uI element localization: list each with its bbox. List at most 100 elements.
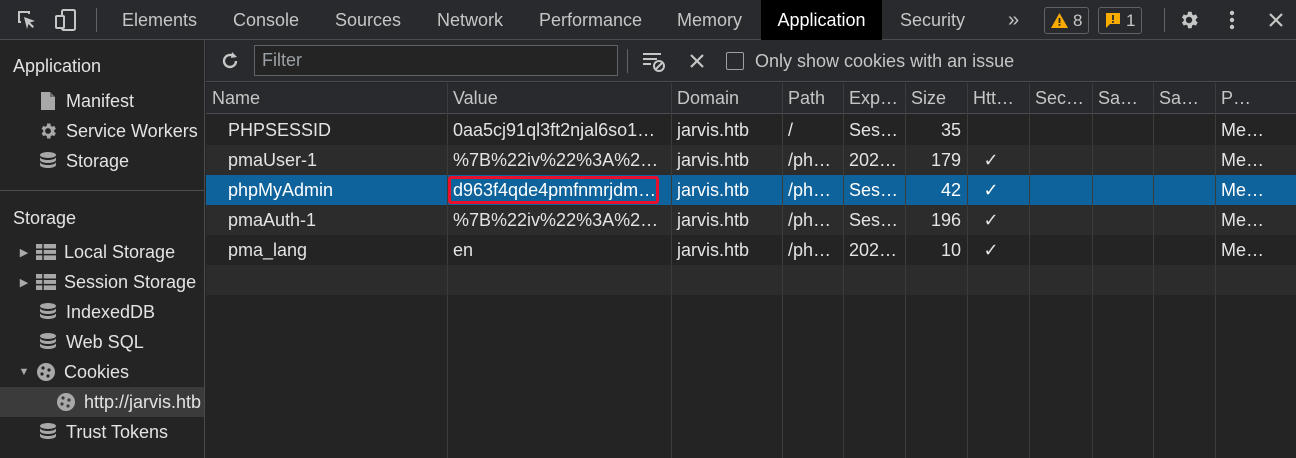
tab-elements[interactable]: Elements [122, 0, 197, 40]
cell-path: /ph… [788, 150, 832, 170]
column-header-expires[interactable]: Exp… [843, 83, 905, 114]
tab-performance[interactable]: Performance [539, 0, 642, 40]
tab-sources[interactable]: Sources [335, 0, 401, 40]
sidebar-item-web-sql[interactable]: Web SQL [0, 327, 204, 357]
sidebar-item-label: Web SQL [66, 331, 144, 352]
filter-input[interactable] [254, 45, 618, 76]
table-header: Name Value Domain Path Exp… Size Htt… Se… [206, 83, 1296, 114]
sidebar-item-label: Session Storage [64, 271, 197, 292]
more-tabs-button[interactable]: » [1008, 0, 1019, 40]
cell-name: pmaAuth-1 [228, 210, 317, 230]
issues-badge[interactable]: 1 [1098, 7, 1143, 34]
sidebar-item-label: http://jarvis.htb [84, 391, 202, 412]
column-header-domain[interactable]: Domain [671, 83, 782, 114]
sidebar-item-session-storage[interactable]: ▶ Session Storage [0, 267, 204, 297]
table-row[interactable]: pmaAuth-1 %7B%22iv%22%3A%2… jarvis.htb/ph…… [206, 205, 1296, 235]
cell-size: 42 [940, 180, 961, 200]
cell-httponly: ✓ [983, 210, 999, 230]
table-row[interactable]: phpMyAdmin d963f4qde4pmfnmrjdm… jarvis.htb… [206, 175, 1296, 205]
database-icon [38, 151, 58, 171]
cell-httponly [967, 115, 1029, 145]
toolbar-separator [627, 49, 628, 73]
cookie-icon [36, 362, 56, 382]
warning-icon [1051, 13, 1068, 28]
table-row[interactable]: pmaUser-1 %7B%22iv%22%3A%2… jarvis.htb/ph…… [206, 145, 1296, 175]
table-row[interactable]: pma_lang en jarvis.htb/ph… 202… 10 ✓ Me… [206, 235, 1296, 265]
device-toolbar-icon[interactable] [52, 0, 80, 40]
tab-memory[interactable]: Memory [677, 0, 742, 40]
kebab-menu-icon[interactable] [1220, 0, 1244, 40]
column-header-sameparty[interactable]: Sa… [1153, 83, 1215, 114]
column-header-priority[interactable]: P… [1215, 83, 1296, 114]
tab-security[interactable]: Security [900, 0, 965, 40]
cell-name: phpMyAdmin [228, 180, 334, 200]
collapse-arrow-icon[interactable]: ▼ [18, 366, 30, 378]
settings-gear-icon[interactable] [1176, 0, 1202, 40]
expand-arrow-icon[interactable]: ▶ [18, 276, 30, 289]
table-row-empty [206, 265, 1296, 295]
cell-secure [1029, 235, 1092, 265]
inspect-element-icon[interactable] [14, 0, 40, 40]
database-icon [38, 332, 58, 352]
sidebar-item-service-workers[interactable]: Service Workers [0, 116, 204, 146]
sidebar-item-cookies-jarvis[interactable]: http://jarvis.htb [0, 387, 204, 417]
database-icon [38, 422, 58, 442]
sidebar-item-manifest[interactable]: Manifest [0, 86, 204, 116]
refresh-icon[interactable] [218, 40, 242, 82]
sidebar-item-local-storage[interactable]: ▶ Local Storage [0, 237, 204, 267]
cell-size: 35 [940, 120, 961, 140]
warnings-badge[interactable]: 8 [1044, 7, 1090, 34]
column-header-path[interactable]: Path [782, 83, 843, 114]
cell-expires: Ses… [849, 180, 899, 200]
sidebar-item-label: Local Storage [64, 241, 176, 262]
sidebar-item-label: Cookies [64, 361, 130, 382]
expand-arrow-icon[interactable]: ▶ [18, 246, 30, 259]
clear-all-cookies-icon[interactable] [640, 40, 668, 82]
toolbar-separator [1164, 8, 1165, 32]
cell-path: / [788, 120, 794, 140]
cell-samesite [1092, 235, 1153, 265]
sidebar-item-label: IndexedDB [66, 301, 156, 322]
delete-selected-icon[interactable] [686, 40, 708, 82]
column-header-name[interactable]: Name [206, 83, 447, 114]
column-header-size[interactable]: Size [905, 83, 967, 114]
cell-secure [1029, 145, 1092, 175]
cell-expires: Ses… [849, 120, 899, 140]
cell-path: /ph… [788, 210, 832, 230]
column-header-secure[interactable]: Sec… [1029, 83, 1092, 114]
column-header-httponly[interactable]: Htt… [967, 83, 1029, 114]
cell-samesite [1092, 175, 1153, 205]
table-row[interactable]: PHPSESSID 0aa5cj91ql3ft2njal6so1… jarvis.h… [206, 115, 1296, 145]
cell-path: /ph… [788, 240, 832, 260]
cell-priority: Me… [1221, 150, 1265, 170]
tab-network[interactable]: Network [437, 0, 503, 40]
cell-domain: jarvis.htb [677, 180, 750, 200]
column-header-value[interactable]: Value [447, 83, 671, 114]
cell-value: 0aa5cj91ql3ft2njal6so1… [453, 120, 656, 140]
column-divider [1092, 83, 1093, 458]
sidebar-item-storage[interactable]: Storage [0, 146, 204, 176]
column-divider [1215, 83, 1216, 458]
cell-sameparty [1153, 175, 1215, 205]
sidebar-item-trust-tokens[interactable]: Trust Tokens [0, 417, 204, 447]
column-divider [782, 83, 783, 458]
database-icon [38, 302, 58, 322]
only-issues-label: Only show cookies with an issue [755, 51, 1015, 71]
tab-console[interactable]: Console [233, 0, 299, 40]
close-devtools-icon[interactable] [1264, 0, 1288, 40]
cell-value: %7B%22iv%22%3A%2… [453, 150, 659, 170]
column-header-samesite[interactable]: Sa… [1092, 83, 1153, 114]
sidebar-item-indexeddb[interactable]: IndexedDB [0, 297, 204, 327]
cell-httponly: ✓ [983, 150, 999, 170]
devtools-toolbar: Elements Console Sources Network Perform… [0, 0, 1296, 40]
tab-application[interactable]: Application [761, 0, 882, 40]
only-issues-checkbox[interactable] [726, 52, 744, 70]
sidebar-item-cookies[interactable]: ▼ Cookies [0, 357, 204, 387]
sidebar-divider [0, 190, 204, 191]
cell-secure [1029, 205, 1092, 235]
cell-domain: jarvis.htb [677, 120, 750, 140]
column-divider [1153, 83, 1154, 458]
cell-sameparty [1153, 115, 1215, 145]
cell-path: /ph… [788, 180, 832, 200]
column-divider [1029, 83, 1030, 458]
